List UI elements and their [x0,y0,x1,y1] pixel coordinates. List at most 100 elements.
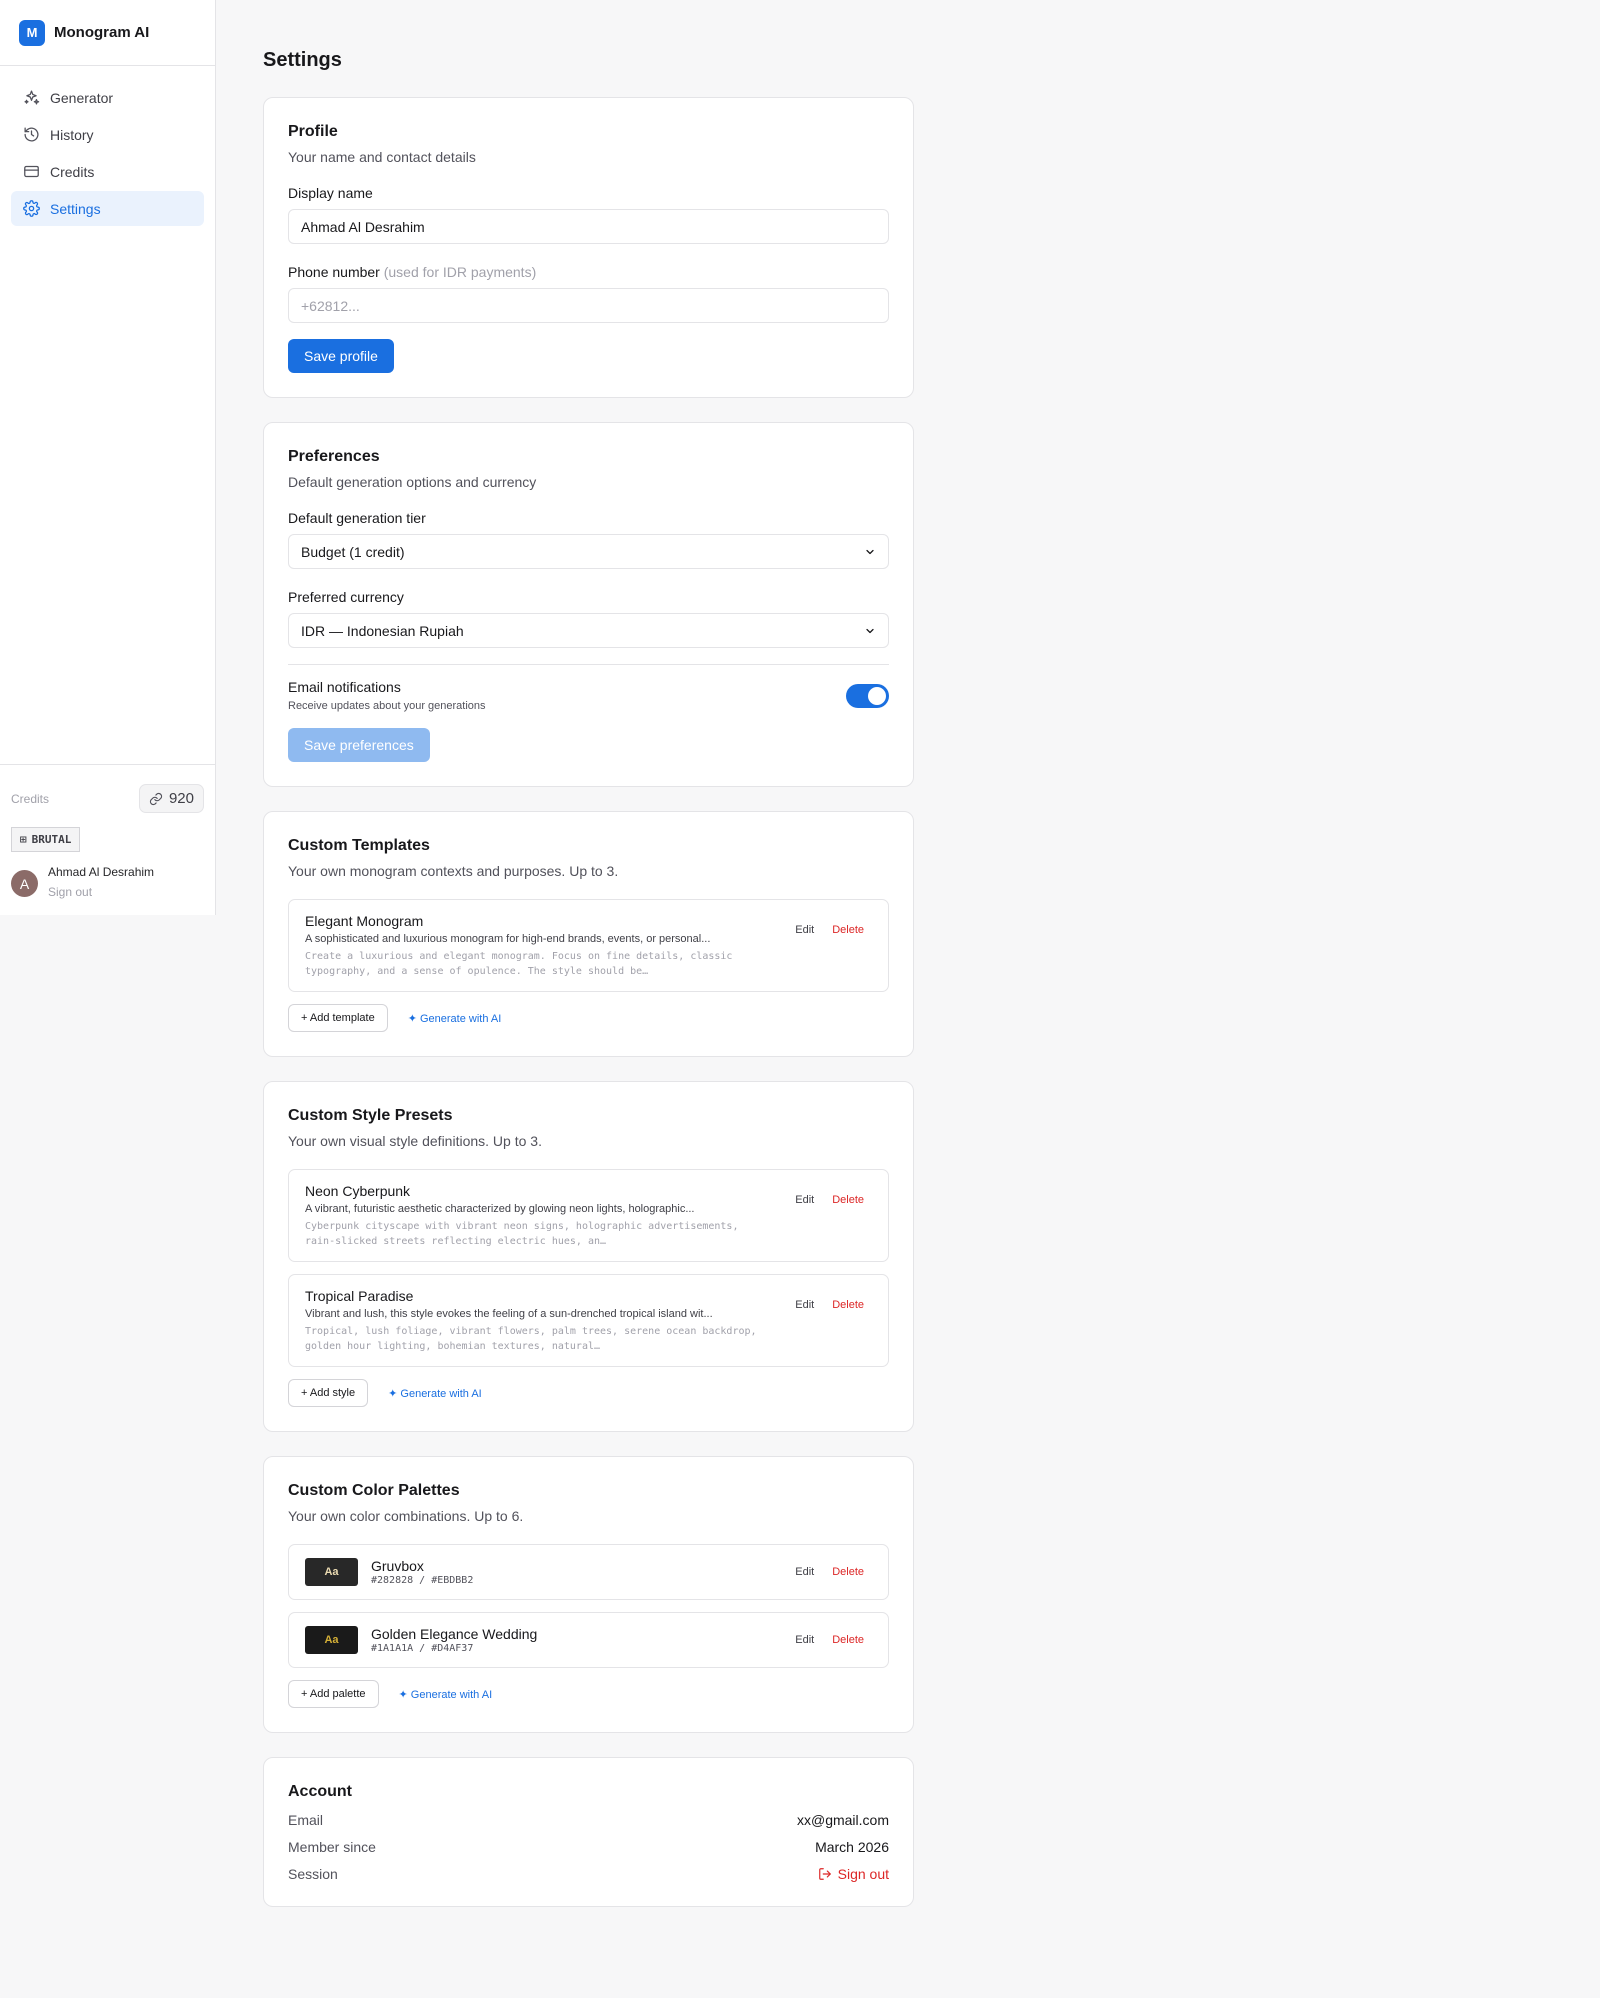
phone-hint: (used for IDR payments) [383,264,537,280]
user-block: A Ahmad Al Desrahim Sign out [11,865,204,899]
custom-styles-card: Custom Style Presets Your own visual sty… [263,1081,914,1432]
sidebar-footer: Credits 920 ⊞ BRUTAL A Ahmad Al Desrahim… [0,764,215,915]
email-notifications-subtitle: Receive updates about your generations [288,700,486,712]
currency-select[interactable]: IDR — Indonesian Rupiah [288,613,889,648]
currency-label: Preferred currency [288,589,404,605]
session-label: Session [288,1866,338,1882]
page-title: Settings [263,49,342,71]
style-name: Neon Cyberpunk [305,1183,411,1199]
template-name: Elegant Monogram [305,913,424,929]
palette-hex: #1A1A1A / #D4AF37 [371,1643,474,1654]
style-description: Vibrant and lush, this style evokes the … [305,1308,713,1320]
logout-icon [818,1868,831,1880]
account-session-row: Session Sign out [288,1866,889,1882]
credits-label: Credits [11,791,50,806]
style-prompt: Tropical, lush foliage, vibrant flowers,… [305,1326,757,1352]
edit-button[interactable]: Edit [795,1299,814,1354]
template-item: Elegant Monogram A sophisticated and lux… [288,899,889,992]
palette-name: Golden Elegance Wedding [371,1626,538,1642]
palette-name: Gruvbox [371,1558,424,1574]
account-member-row: Member since March 2026 [288,1839,889,1855]
add-palette-button[interactable]: + Add palette [288,1680,379,1708]
sidebar-item-label: Credits [50,163,95,180]
generate-style-ai-button[interactable]: ✦ Generate with AI [388,1387,482,1400]
generate-palette-ai-button[interactable]: ✦ Generate with AI [399,1688,493,1701]
delete-button[interactable]: Delete [832,1299,864,1354]
profile-card: Profile Your name and contact details Di… [263,97,914,398]
card-title: Custom Templates [288,837,430,854]
sidebar-item-generator[interactable]: Generator [11,80,204,115]
session-sign-out-label: Sign out [837,1866,889,1882]
avatar[interactable]: A [11,870,38,897]
template-description: A sophisticated and luxurious monogram f… [305,933,711,945]
display-name-label: Display name [288,185,373,201]
preferences-card: Preferences Default generation options a… [263,422,914,787]
email-notifications-toggle[interactable] [846,683,889,708]
card-subtitle: Default generation options and currency [288,474,537,490]
brand[interactable]: M Monogram AI [0,0,215,66]
gear-icon [23,200,40,217]
tier-select[interactable]: Budget (1 credit) [288,534,889,569]
delete-button[interactable]: Delete [832,1634,864,1646]
link-icon [149,792,163,805]
session-sign-out-button[interactable]: Sign out [818,1866,889,1882]
phone-label: Phone number (used for IDR payments) [288,264,889,280]
sidebar-item-settings[interactable]: Settings [11,191,204,226]
style-item: Neon Cyberpunk A vibrant, futuristic aes… [288,1169,889,1262]
edit-button[interactable]: Edit [795,1634,814,1646]
grid-icon: ⊞ [20,833,27,846]
card-title: Account [288,1783,352,1800]
email-notifications-title: Email notifications [288,679,401,695]
credit-row: Credits 920 [11,784,204,813]
palette-item: Aa Golden Elegance Wedding #1A1A1A / #D4… [288,1612,889,1668]
account-card: Account Email xx@gmail.com Member since … [263,1757,914,1907]
chevron-down-icon [866,549,874,554]
theme-badge[interactable]: ⊞ BRUTAL [11,827,81,852]
style-description: A vibrant, futuristic aesthetic characte… [305,1203,695,1215]
sparkles-icon [24,90,40,105]
credits-badge[interactable]: 920 [138,784,204,813]
phone-label-text: Phone number [288,264,380,280]
account-email-value: xx@gmail.com [796,1812,889,1828]
brand-logo: M [19,19,45,46]
generate-template-ai-button[interactable]: ✦ Generate with AI [408,1012,502,1025]
main-content: Settings Profile Your name and contact d… [263,0,914,1931]
add-template-button[interactable]: + Add template [288,1004,388,1032]
palette-swatch: Aa [305,1626,358,1654]
credit-card-icon [24,165,39,178]
add-style-button[interactable]: + Add style [288,1379,369,1407]
sidebar-item-label: History [50,126,94,143]
delete-button[interactable]: Delete [832,924,864,979]
custom-palettes-card: Custom Color Palettes Your own color com… [263,1456,914,1733]
palette-item: Aa Gruvbox #282828 / #EBDBB2 Edit Delete [288,1544,889,1600]
email-notifications-row: Email notifications Receive updates abou… [288,679,889,712]
edit-button[interactable]: Edit [795,924,814,979]
account-email-label: Email [288,1812,324,1828]
history-icon [24,127,39,142]
edit-button[interactable]: Edit [795,1194,814,1249]
style-item: Tropical Paradise Vibrant and lush, this… [288,1274,889,1367]
sign-out-link[interactable]: Sign out [48,885,154,899]
credits-value: 920 [168,790,194,807]
brand-name: Monogram AI [54,24,150,41]
sidebar-item-credits[interactable]: Credits [11,154,204,189]
sidebar-nav: Generator History Credits Settings [0,66,215,242]
delete-button[interactable]: Delete [832,1194,864,1249]
style-prompt: Cyberpunk cityscape with vibrant neon si… [305,1221,739,1247]
theme-badge-label: BRUTAL [31,833,72,846]
phone-input[interactable]: +62812... [288,288,889,323]
delete-button[interactable]: Delete [832,1566,864,1578]
divider [288,664,889,665]
member-since-value: March 2026 [815,1839,889,1855]
currency-select-value: IDR — Indonesian Rupiah [301,622,464,639]
tier-label: Default generation tier [288,510,426,526]
save-preferences-button[interactable]: Save preferences [288,728,430,762]
card-subtitle: Your own color combinations. Up to 6. [288,1508,524,1524]
sidebar-item-history[interactable]: History [11,117,204,152]
display-name-input[interactable]: Ahmad Al Desrahim [288,209,889,244]
save-profile-button[interactable]: Save profile [288,339,394,373]
card-subtitle: Your own monogram contexts and purposes.… [288,863,619,879]
edit-button[interactable]: Edit [795,1566,814,1578]
card-title: Custom Style Presets [288,1107,453,1124]
sidebar: M Monogram AI Generator History Credits … [0,0,216,915]
